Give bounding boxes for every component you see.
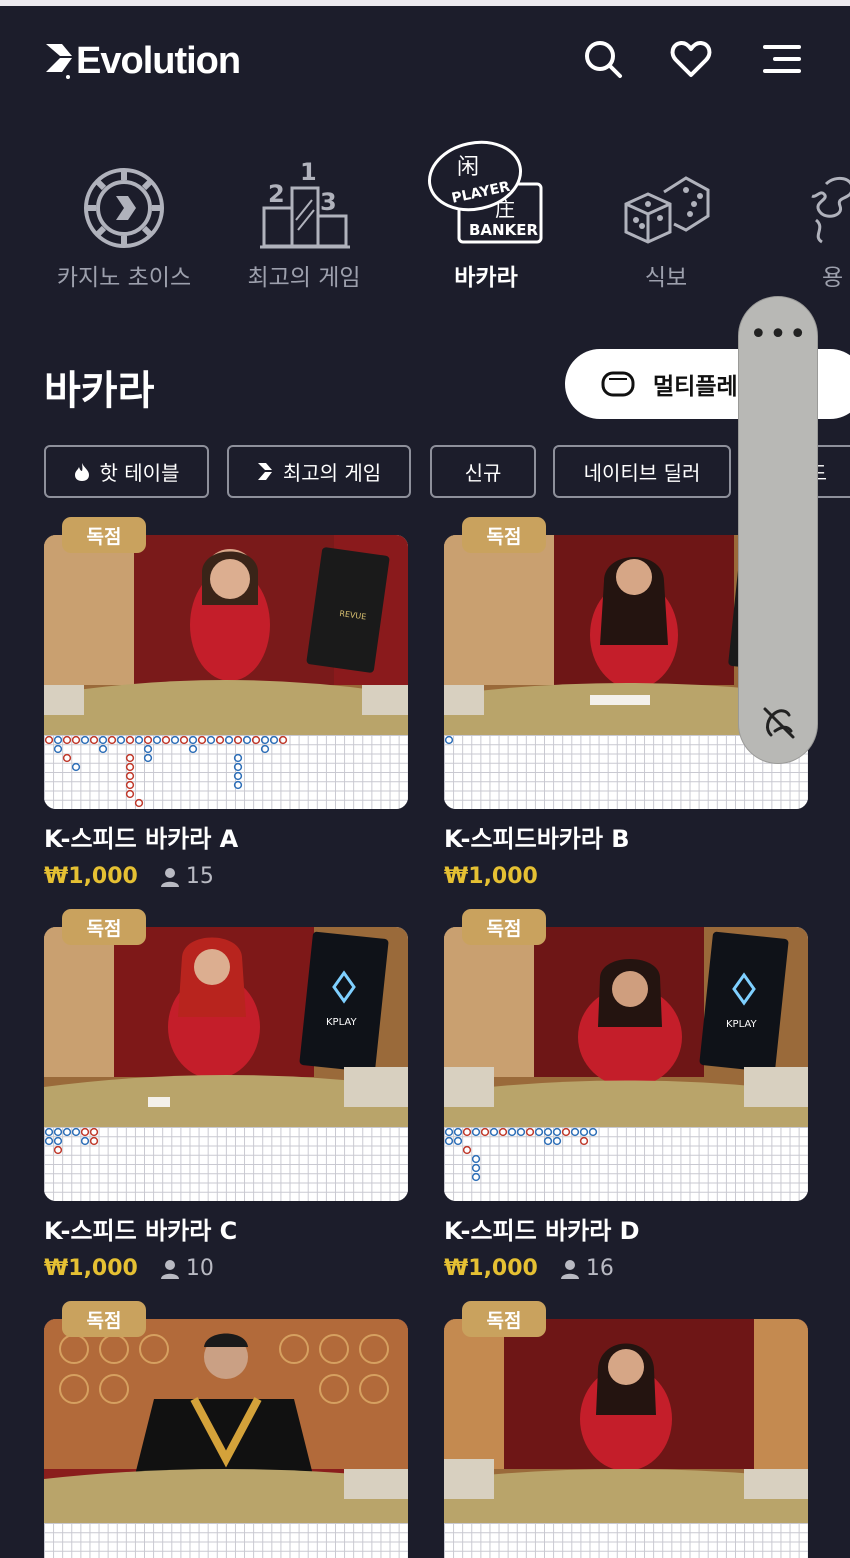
svg-text:2: 2 bbox=[268, 180, 285, 208]
game-title: K-스피드 바카라 A bbox=[44, 825, 239, 853]
user-icon bbox=[560, 1259, 579, 1279]
player-count-value: 15 bbox=[185, 864, 214, 889]
live-video-preview bbox=[44, 1319, 408, 1523]
live-video-preview: KPLAY bbox=[44, 927, 408, 1127]
evolution-logo[interactable]: Evolution bbox=[44, 40, 241, 83]
game-card-c[interactable]: 독점 KPLAY K-스피드 바카라 C ₩1,000 10 bbox=[44, 909, 408, 1281]
category-best-games[interactable]: 1 2 3 최고의 게임 bbox=[214, 120, 394, 292]
min-bet: ₩1,000 bbox=[444, 864, 538, 889]
user-icon bbox=[160, 1259, 179, 1279]
bead-road bbox=[444, 1127, 808, 1201]
floating-overlay-panel[interactable]: ••• bbox=[738, 296, 818, 764]
more-options-icon[interactable]: ••• bbox=[739, 320, 819, 350]
svg-text:1: 1 bbox=[300, 158, 317, 186]
bead-road-marks bbox=[44, 735, 288, 808]
live-video-preview bbox=[444, 1319, 808, 1523]
screen-brand-text: KPLAY bbox=[726, 1019, 757, 1030]
min-bet: ₩1,000 bbox=[44, 1256, 138, 1281]
filter-native-dealer[interactable]: 네이티브 딜러 bbox=[553, 445, 731, 498]
min-bet: ₩1,000 bbox=[444, 1256, 538, 1281]
game-meta: ₩1,000 bbox=[444, 864, 808, 889]
bead-road-marks bbox=[444, 1127, 598, 1182]
category-nav: 카지노 초이스 1 2 3 최고의 게임 BANKER 庄 闲 PLAYER 바… bbox=[0, 120, 850, 310]
live-video-preview: KPLAY bbox=[444, 927, 808, 1127]
category-label: 최고의 게임 bbox=[247, 265, 361, 291]
svg-text:3: 3 bbox=[320, 188, 337, 216]
game-card-e[interactable]: 독점 bbox=[44, 1301, 408, 1558]
game-card-a[interactable]: 독점 REVUE K-스피드 바카라 A ₩1,000 15 bbox=[44, 517, 408, 889]
game-meta: ₩1,000 15 bbox=[44, 864, 408, 889]
min-bet: ₩1,000 bbox=[44, 864, 138, 889]
multiplay-label: 멀티플레 bbox=[653, 374, 738, 400]
game-card-f[interactable]: 독점 bbox=[444, 1301, 808, 1558]
exclusive-badge: 독점 bbox=[462, 517, 546, 553]
game-thumbnail[interactable] bbox=[44, 1319, 408, 1558]
casino-chip-icon bbox=[84, 168, 164, 248]
bead-road bbox=[444, 1523, 808, 1558]
exclusive-badge: 독점 bbox=[62, 909, 146, 945]
heart-icon[interactable] bbox=[668, 36, 714, 82]
game-thumbnail[interactable]: KPLAY bbox=[444, 927, 808, 1201]
menu-icon[interactable] bbox=[758, 36, 804, 82]
search-icon[interactable] bbox=[580, 36, 626, 82]
baccarat-banker-text: BANKER bbox=[469, 221, 538, 239]
svg-text:闲: 闲 bbox=[457, 155, 479, 180]
game-title: K-스피드바카라 B bbox=[444, 825, 630, 853]
bead-road-marks bbox=[44, 1127, 99, 1155]
live-video-preview: REVUE bbox=[44, 535, 408, 735]
filter-hot-tables[interactable]: 핫 테이블 bbox=[44, 445, 209, 498]
bead-road bbox=[44, 735, 408, 809]
category-label: 카지노 초이스 bbox=[56, 265, 192, 291]
game-title: K-스피드 바카라 C bbox=[44, 1217, 238, 1245]
exclusive-badge: 독점 bbox=[462, 1301, 546, 1337]
category-casino-choice[interactable]: 카지노 초이스 bbox=[34, 120, 214, 292]
player-count-value: 10 bbox=[185, 1256, 214, 1281]
game-thumbnail[interactable]: REVUE bbox=[44, 535, 408, 809]
screen-brand-text: KPLAY bbox=[326, 1017, 357, 1028]
logo-text: Evolution bbox=[76, 40, 241, 82]
game-title: K-스피드 바카라 D bbox=[444, 1217, 640, 1245]
game-thumbnail[interactable] bbox=[444, 1319, 808, 1558]
exclusive-badge: 독점 bbox=[462, 909, 546, 945]
evolution-mark-icon bbox=[257, 462, 272, 480]
chip-label: 핫 테이블 bbox=[99, 461, 180, 485]
category-label: 식보 bbox=[644, 265, 688, 291]
category-dragon[interactable]: 용 bbox=[744, 120, 850, 292]
exclusive-badge: 독점 bbox=[62, 1301, 146, 1337]
category-label: 용 bbox=[822, 265, 844, 291]
filter-best-games[interactable]: 최고의 게임 bbox=[227, 445, 411, 498]
player-count: 10 bbox=[160, 1256, 214, 1281]
podium-icon: 1 2 3 bbox=[260, 158, 350, 249]
game-meta: ₩1,000 16 bbox=[444, 1256, 808, 1281]
bead-road bbox=[44, 1127, 408, 1201]
header: Evolution bbox=[0, 6, 850, 116]
dice-icon bbox=[624, 176, 710, 244]
multiplay-icon bbox=[601, 371, 635, 397]
player-count: 15 bbox=[160, 864, 214, 889]
category-baccarat[interactable]: BANKER 庄 闲 PLAYER 바카라 bbox=[396, 120, 576, 292]
game-card-d[interactable]: 독점 KPLAY K-스피드 바카라 D ₩1,000 16 bbox=[444, 909, 808, 1281]
evolution-mark-icon bbox=[46, 43, 72, 79]
fire-icon bbox=[74, 462, 89, 481]
filter-chips: 핫 테이블 최고의 게임 신규 네이티브 딜러 드 bbox=[44, 445, 850, 499]
category-label: 바카라 bbox=[454, 265, 518, 291]
player-count: 16 bbox=[560, 1256, 614, 1281]
chip-label: 네이티브 딜러 bbox=[583, 461, 701, 485]
exclusive-badge: 독점 bbox=[62, 517, 146, 553]
bead-road bbox=[44, 1523, 408, 1558]
dragon-icon bbox=[811, 176, 850, 244]
user-icon bbox=[160, 867, 179, 887]
filter-new[interactable]: 신규 bbox=[430, 445, 536, 498]
player-count-value: 16 bbox=[585, 1256, 614, 1281]
baccarat-icon: BANKER 庄 闲 PLAYER bbox=[427, 140, 543, 244]
game-thumbnail[interactable]: KPLAY bbox=[44, 927, 408, 1201]
chip-label: 신규 bbox=[464, 461, 502, 485]
chip-label: 최고의 게임 bbox=[282, 461, 382, 485]
page-title: 바카라 bbox=[44, 368, 155, 414]
game-meta: ₩1,000 10 bbox=[44, 1256, 408, 1281]
category-sicbo[interactable]: 식보 bbox=[576, 120, 756, 292]
hide-overlay-icon[interactable] bbox=[757, 701, 801, 745]
